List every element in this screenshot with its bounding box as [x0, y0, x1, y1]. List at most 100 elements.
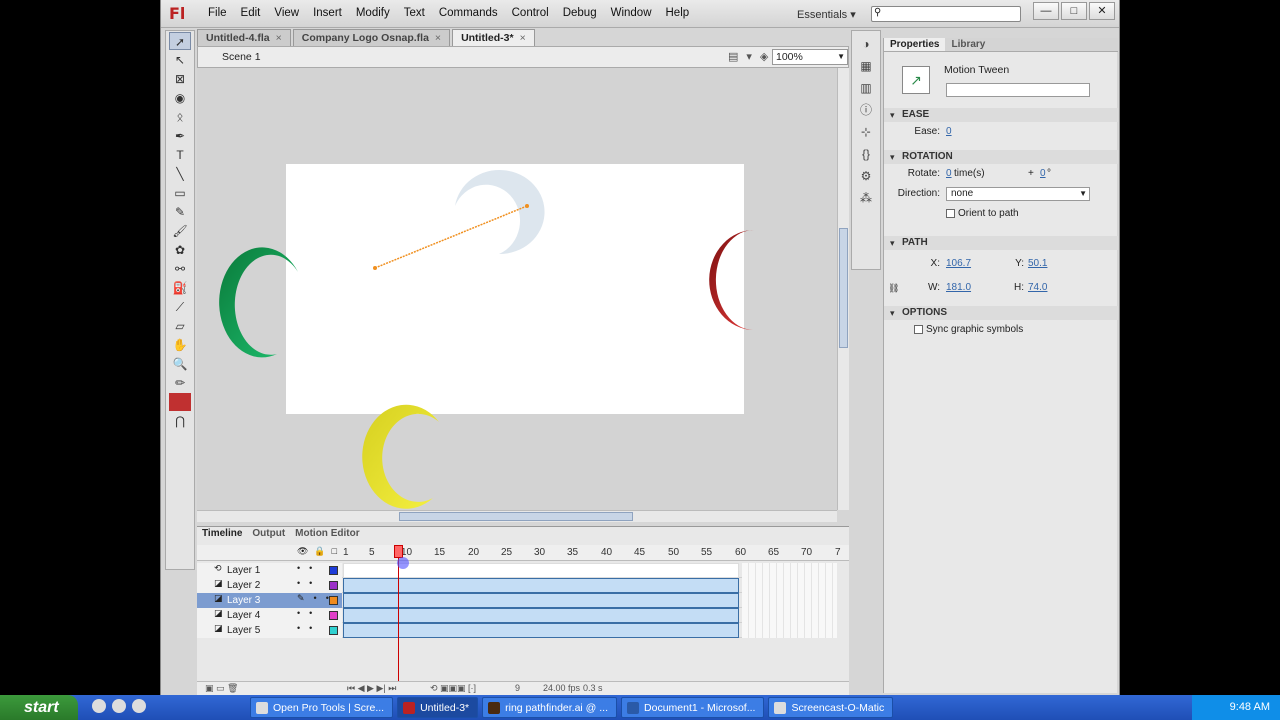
task-pro-tools[interactable]: Open Pro Tools | Scre...	[250, 697, 394, 718]
menu-debug[interactable]: Debug	[556, 7, 604, 19]
frame-rate[interactable]: 24.00 fps	[543, 683, 580, 693]
close-icon[interactable]: ×	[276, 32, 282, 44]
tween-span[interactable]	[343, 608, 739, 623]
free-transform-tool-icon[interactable]: ⊠	[169, 70, 191, 88]
onion-skin-icons[interactable]: ⟲ ▣▣▣ [·]	[430, 683, 476, 694]
sync-symbols-checkbox[interactable]	[914, 325, 923, 334]
instance-name-input[interactable]	[946, 83, 1090, 97]
align-panel-icon[interactable]: ▥	[856, 79, 876, 97]
red-crescent[interactable]	[709, 229, 755, 330]
layer-row[interactable]: Layer 1 ⟲ ••	[197, 563, 837, 578]
close-icon[interactable]: ×	[435, 32, 441, 44]
menu-insert[interactable]: Insert	[306, 7, 349, 19]
empty-frames[interactable]	[742, 578, 837, 593]
x-value[interactable]: 106.7	[946, 254, 971, 274]
close-icon[interactable]: ×	[520, 32, 526, 44]
motion-presets-icon[interactable]: ⁂	[856, 189, 876, 207]
tab-properties[interactable]: Properties	[884, 38, 946, 51]
brush-tool-icon[interactable]: 🖌	[169, 222, 191, 240]
rotate-degrees-value[interactable]: 0	[1040, 164, 1046, 184]
subselection-tool-icon[interactable]: ↖	[169, 51, 191, 69]
firefox-icon[interactable]	[132, 699, 146, 713]
layer-row[interactable]: Layer 5 ◪ ••	[197, 623, 837, 638]
task-word[interactable]: Document1 - Microsof...	[621, 697, 765, 718]
3d-rotation-tool-icon[interactable]: ◉	[169, 89, 191, 107]
visibility-lock-dots[interactable]: ••	[297, 563, 321, 573]
chrome-icon[interactable]	[92, 699, 106, 713]
tween-span[interactable]	[343, 578, 739, 593]
clock[interactable]: 9:48 AM	[1230, 701, 1270, 713]
menu-edit[interactable]: Edit	[234, 7, 268, 19]
menu-text[interactable]: Text	[397, 7, 432, 19]
hand-tool-icon[interactable]: ✋	[169, 336, 191, 354]
deco-tool-icon[interactable]: ✿	[169, 241, 191, 259]
scene-label[interactable]: Scene 1	[222, 51, 261, 63]
scroll-thumb[interactable]	[399, 512, 633, 521]
zoom-tool-icon[interactable]: 🔍	[169, 355, 191, 373]
line-tool-icon[interactable]: ╲	[169, 165, 191, 183]
transform-panel-icon[interactable]: ⊹	[856, 123, 876, 141]
menu-modify[interactable]: Modify	[349, 7, 397, 19]
workspace-switcher[interactable]: Essentials ▾	[797, 8, 856, 21]
menu-commands[interactable]: Commands	[432, 7, 505, 19]
tab-motion-editor[interactable]: Motion Editor	[290, 527, 364, 541]
section-header[interactable]: ROTATION	[884, 150, 1118, 164]
layer-outline-color-swatch[interactable]	[329, 611, 338, 620]
stage-horizontal-scrollbar[interactable]	[197, 510, 837, 522]
menu-file[interactable]: File	[201, 7, 234, 19]
motion-path-end-handle[interactable]	[525, 204, 529, 208]
layer-row[interactable]: Layer 4 ◪ ••	[197, 608, 837, 623]
info-panel-icon[interactable]: ⓘ	[856, 101, 876, 119]
lasso-tool-icon[interactable]: ᛟ	[169, 108, 191, 126]
layer-outline-color-swatch[interactable]	[329, 626, 338, 635]
minimize-button[interactable]: —	[1033, 2, 1059, 20]
stage-vertical-scrollbar[interactable]	[837, 68, 849, 510]
menu-help[interactable]: Help	[659, 7, 697, 19]
task-illustrator[interactable]: ring pathfinder.ai @ ...	[482, 697, 618, 718]
empty-frames[interactable]	[742, 563, 837, 578]
zoom-select[interactable]: 100% ▼	[772, 49, 848, 65]
task-screencast[interactable]: Screencast-O-Matic	[768, 697, 894, 718]
task-flash[interactable]: Untitled-3*	[397, 697, 479, 718]
color-panel-icon[interactable]: ◑	[856, 35, 876, 53]
eye-lock-outline-icons[interactable]: 👁🔒□	[297, 546, 343, 557]
help-search-input[interactable]: ⚲	[871, 6, 1021, 22]
section-header[interactable]: OPTIONS	[884, 306, 1118, 320]
bone-tool-icon[interactable]: ⚯	[169, 260, 191, 278]
start-button[interactable]: start	[0, 695, 78, 720]
rotate-times-value[interactable]: 0	[946, 164, 952, 184]
tab-untitled-3[interactable]: Untitled-3* ×	[452, 29, 535, 46]
h-value[interactable]: 74.0	[1028, 278, 1047, 298]
pencil-tool-icon[interactable]: ✎	[169, 203, 191, 221]
layer-outline-color-swatch[interactable]	[329, 566, 338, 575]
motion-path-line[interactable]	[374, 205, 528, 269]
layer-row[interactable]: Layer 3 ◪ ✎••	[197, 593, 837, 608]
scroll-thumb[interactable]	[839, 228, 848, 348]
empty-frames[interactable]	[742, 593, 837, 608]
selection-tool-icon[interactable]: ➚	[169, 32, 191, 50]
text-tool-icon[interactable]: T	[169, 146, 191, 164]
motion-path-start-handle[interactable]	[373, 266, 377, 270]
section-header[interactable]: EASE	[884, 108, 1118, 122]
y-value[interactable]: 50.1	[1028, 254, 1047, 274]
orient-to-path-checkbox[interactable]	[946, 209, 955, 218]
components-icon[interactable]: ⚙	[856, 167, 876, 185]
faded-blue-crescent[interactable]	[455, 170, 545, 255]
fill-color-swatch[interactable]	[169, 393, 191, 411]
menu-view[interactable]: View	[267, 7, 306, 19]
close-button[interactable]: ✕	[1089, 2, 1115, 20]
tween-span[interactable]	[343, 623, 739, 638]
code-snippets-icon[interactable]: {}	[856, 145, 876, 163]
eyedropper-tool-icon[interactable]: ⟋	[169, 298, 191, 316]
layer-row[interactable]: Layer 2 ◪ ••	[197, 578, 837, 593]
direction-select[interactable]: none ▼	[946, 187, 1090, 201]
section-header[interactable]: PATH	[884, 236, 1118, 250]
ease-value[interactable]: 0	[946, 122, 952, 142]
ie-icon[interactable]	[112, 699, 126, 713]
empty-frames[interactable]	[742, 623, 837, 638]
maximize-button[interactable]: □	[1061, 2, 1087, 20]
stroke-color-icon[interactable]: ✏	[169, 374, 191, 392]
tween-span[interactable]	[343, 593, 739, 608]
rectangle-tool-icon[interactable]: ▭	[169, 184, 191, 202]
tab-company-logo[interactable]: Company Logo Osnap.fla ×	[292, 29, 451, 46]
